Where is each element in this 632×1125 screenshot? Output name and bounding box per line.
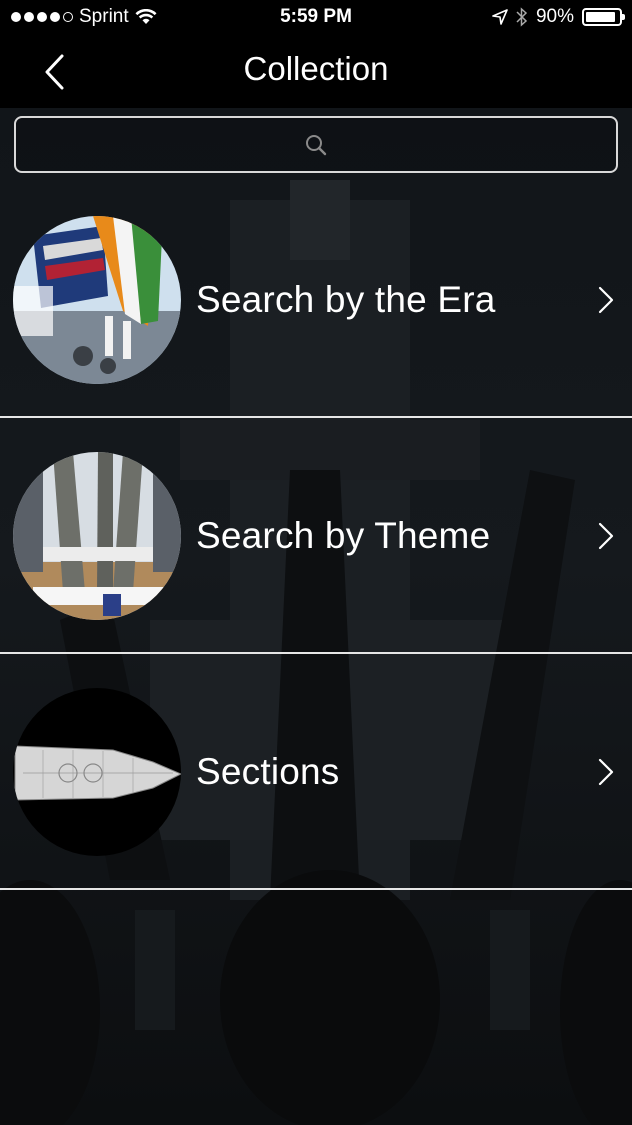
menu-item-search-by-era[interactable]: Search by the Era: [0, 182, 632, 418]
menu-item-label: Sections: [196, 751, 340, 792]
battery-percent: 90%: [535, 6, 574, 27]
navigation-bar: Collection: [0, 36, 632, 108]
bluetooth-icon: [516, 7, 528, 27]
menu-item-label: Search by the Era: [196, 279, 496, 320]
status-right: 90%: [492, 6, 625, 28]
chevron-right-icon: [598, 286, 614, 314]
chevron-right-icon: [598, 522, 614, 550]
chevron-right-icon: [598, 758, 614, 786]
status-bar: Sprint 5:59 PM 90%: [0, 0, 632, 36]
era-thumbnail: [13, 216, 181, 384]
search-icon: [306, 134, 327, 155]
page-title: Collection: [243, 50, 389, 87]
menu-item-search-by-theme[interactable]: Search by Theme: [0, 418, 632, 654]
menu-item-sections[interactable]: Sections: [0, 654, 632, 890]
battery-level: [586, 12, 615, 22]
battery-icon: [582, 8, 625, 26]
sections-thumbnail: [13, 688, 181, 856]
menu-item-label: Search by Theme: [196, 515, 491, 556]
theme-thumbnail: [13, 452, 181, 620]
location-arrow-icon: [492, 9, 508, 25]
search-input[interactable]: [14, 116, 618, 173]
divider: [0, 888, 632, 890]
